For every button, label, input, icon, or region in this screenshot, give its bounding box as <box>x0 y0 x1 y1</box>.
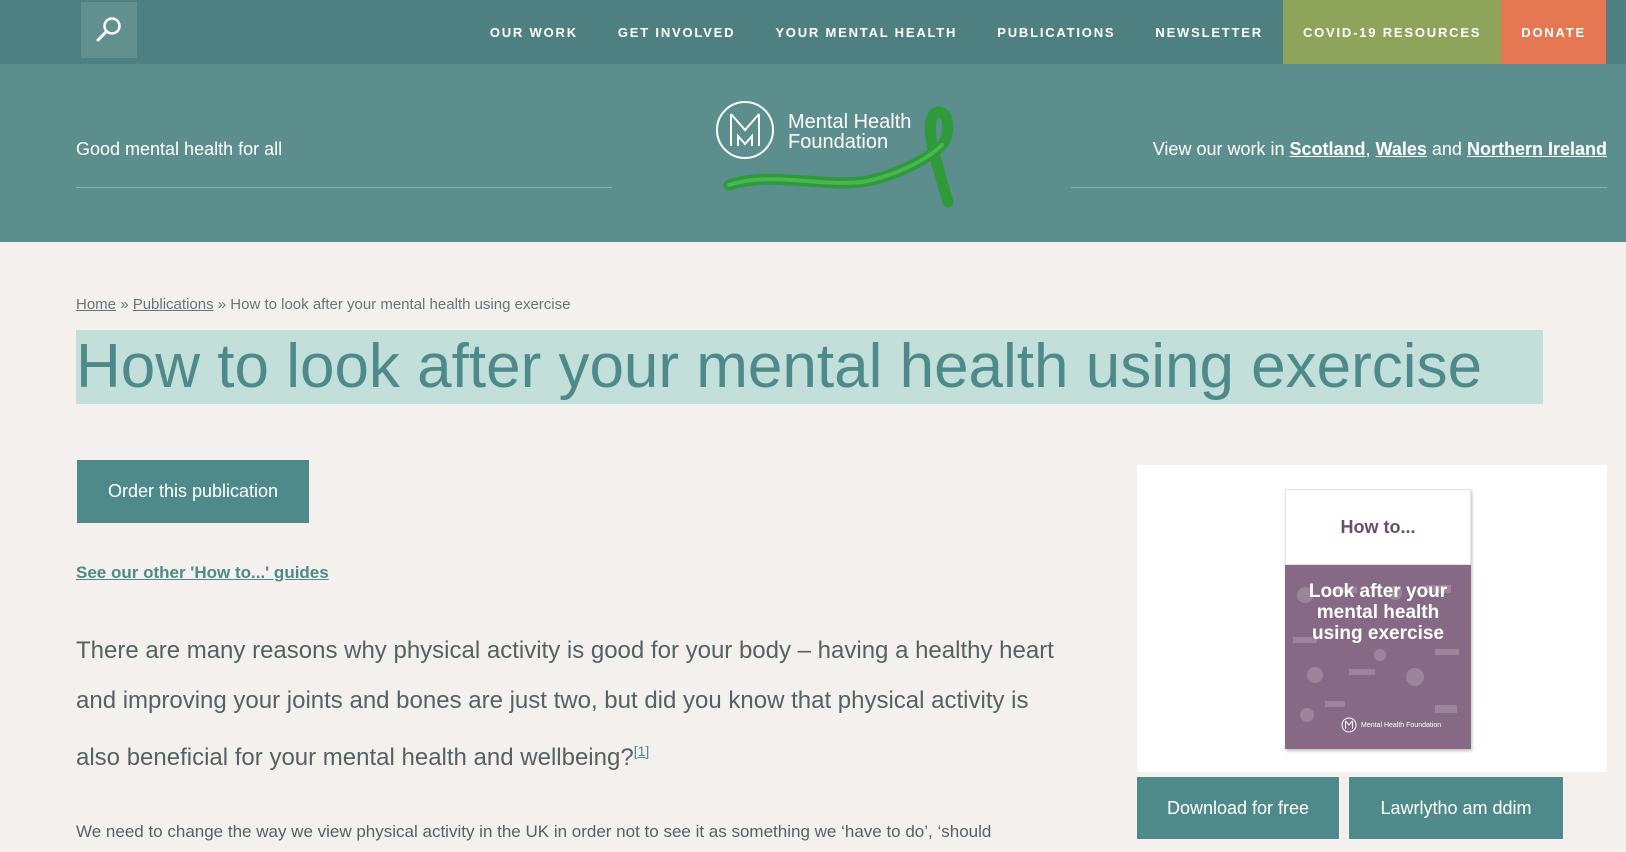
booklet-logo-icon <box>1341 717 1357 733</box>
booklet-logo: Mental Health Foundation <box>1341 717 1441 733</box>
breadcrumb-home[interactable]: Home <box>76 296 116 313</box>
link-scotland[interactable]: Scotland <box>1290 139 1366 159</box>
link-northern-ireland[interactable]: Northern Ireland <box>1467 139 1607 159</box>
breadcrumb-current: How to look after your mental health usi… <box>230 296 571 313</box>
region-links: View our work in Scotland, Wales and Nor… <box>1152 139 1607 159</box>
lead-paragraph: There are many reasons why physical acti… <box>76 626 1066 783</box>
site-header: Good mental health for all Mental Health… <box>0 64 1626 242</box>
header-divider-right <box>1071 187 1607 188</box>
booklet-title: Look after your mental health using exer… <box>1308 581 1448 644</box>
read-free-welsh-button[interactable]: Lawrlytho am ddim <box>1349 777 1563 839</box>
logo-text-line2: Foundation <box>788 131 889 153</box>
logo-text-line1: Mental Health <box>788 111 912 133</box>
search-icon <box>96 17 121 42</box>
booklet-image: How to... Look after your mental health … <box>1285 489 1471 749</box>
body-paragraph: We need to change the way we view physic… <box>76 822 992 841</box>
breadcrumb: Home » Publications » How to look after … <box>76 296 570 313</box>
breadcrumb-separator: » <box>120 296 129 313</box>
publication-cover: How to... Look after your mental health … <box>1137 465 1607 772</box>
footnote-link[interactable]: [1] <box>634 743 650 759</box>
region-intro: View our work in <box>1152 139 1285 159</box>
link-wales[interactable]: Wales <box>1376 139 1427 159</box>
nav-your-mental-health[interactable]: YOUR MENTAL HEALTH <box>755 0 977 64</box>
booklet-logo-text: Mental Health Foundation <box>1361 721 1442 729</box>
region-and: and <box>1431 139 1462 159</box>
top-nav: OUR WORK GET INVOLVED YOUR MENTAL HEALTH… <box>0 0 1626 64</box>
breadcrumb-publications[interactable]: Publications <box>133 296 214 313</box>
nav-publications[interactable]: PUBLICATIONS <box>977 0 1135 64</box>
nav-get-involved[interactable]: GET INVOLVED <box>598 0 755 64</box>
booklet-cover-top: How to... <box>1285 489 1471 565</box>
lead-text: There are many reasons why physical acti… <box>76 637 1054 771</box>
header-divider-left <box>76 187 612 188</box>
site-logo[interactable]: Mental Health Foundation <box>712 100 972 212</box>
breadcrumb-separator: » <box>217 296 227 313</box>
main-menu: OUR WORK GET INVOLVED YOUR MENTAL HEALTH… <box>470 0 1606 64</box>
nav-covid-resources[interactable]: COVID-19 RESOURCES <box>1282 0 1502 64</box>
download-free-button[interactable]: Download for free <box>1137 777 1339 839</box>
order-publication-button[interactable]: Order this publication <box>77 460 309 523</box>
other-guides-link[interactable]: See our other 'How to...' guides <box>76 563 329 583</box>
donate-button[interactable]: DONATE <box>1501 0 1606 64</box>
page-title: How to look after your mental health usi… <box>76 330 1543 404</box>
nav-our-work[interactable]: OUR WORK <box>470 0 598 64</box>
site-tagline: Good mental health for all <box>76 139 283 159</box>
nav-newsletter[interactable]: NEWSLETTER <box>1135 0 1283 64</box>
search-button[interactable] <box>81 2 137 58</box>
